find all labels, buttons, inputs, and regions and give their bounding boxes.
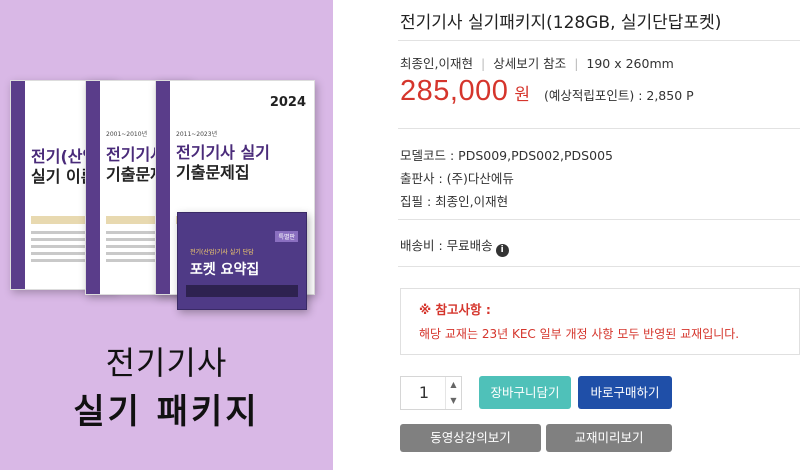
pocket-band: [186, 285, 298, 297]
writers: 집필 : 최종인,이재현: [400, 194, 509, 209]
pocket-subtitle: 전기(산업)기사 실기 단답: [190, 249, 254, 256]
notice-heading: ※ 참고사항 :: [419, 302, 491, 317]
book-preview-button[interactable]: 교재미리보기: [546, 424, 672, 452]
chevron-down-icon[interactable]: ▼: [445, 393, 461, 409]
book-spine: [86, 81, 100, 294]
price-row: 285,000 원 (예상적립포인트) : 2,850 P: [400, 75, 694, 108]
detail-link[interactable]: 상세보기 참조: [493, 56, 566, 71]
shipping: 배송비 : 무료배송 i: [400, 235, 509, 257]
quantity-input[interactable]: 1: [401, 377, 447, 409]
buy-now-button[interactable]: 바로구매하기: [578, 376, 672, 409]
pocket-tag: 특별판: [275, 231, 298, 242]
expected-points: (예상적립포인트) : 2,850 P: [543, 88, 694, 103]
book-size: 190 x 260mm: [586, 56, 674, 71]
product-meta: 최종인,이재현 | 상세보기 참조 | 190 x 260mm: [400, 53, 674, 72]
book-label: 2001~2010년: [106, 131, 148, 138]
price: 285,000: [400, 75, 509, 107]
product-image: 전기(산업 실기 이론 2001~2010년 전기기사 실 기출문제 2024 …: [0, 0, 333, 470]
notice-text: 해당 교재는 23년 KEC 일부 개정 사항 모두 반영된 교재입니다.: [419, 327, 740, 341]
book-spine: [11, 81, 25, 289]
publisher: 출판사 : (주)다산에듀: [400, 171, 514, 186]
currency: 원: [514, 85, 530, 105]
divider: [398, 128, 800, 129]
product-title: 전기기사 실기패키지(128GB, 실기단답포켓): [400, 13, 722, 33]
book-year: 2024: [269, 95, 306, 110]
model-code: 모델코드 : PDS009,PDS002,PDS005: [400, 148, 613, 163]
info-icon[interactable]: i: [495, 244, 509, 257]
pocket-title: 포켓 요약집: [190, 262, 260, 278]
separator: |: [480, 56, 486, 71]
shipping-text: 배송비 : 무료배송: [400, 238, 493, 253]
quantity-stepper: 1 ▲ ▼: [400, 376, 462, 410]
chevron-up-icon[interactable]: ▲: [445, 377, 461, 393]
pocket-summary-book: 특별판 전기(산업)기사 실기 단답 포켓 요약집: [177, 212, 307, 310]
divider: [398, 219, 800, 220]
divider: [398, 266, 800, 267]
add-to-cart-button[interactable]: 장바구니담기: [479, 376, 571, 409]
video-lecture-button[interactable]: 동영상강의보기: [400, 424, 541, 452]
cover-title-line1: 전기기사: [105, 344, 228, 382]
authors: 최종인,이재현: [400, 56, 473, 71]
divider: [398, 40, 800, 41]
book-title: 기출문제집: [176, 163, 250, 182]
book-label: 2011~2023년: [176, 131, 218, 138]
cover-title-line2: 실기 패키지: [73, 392, 260, 432]
notice-box: ※ 참고사항 : 해당 교재는 23년 KEC 일부 개정 사항 모두 반영된 …: [400, 288, 800, 355]
book-spine: [156, 81, 170, 294]
separator: |: [574, 56, 579, 71]
